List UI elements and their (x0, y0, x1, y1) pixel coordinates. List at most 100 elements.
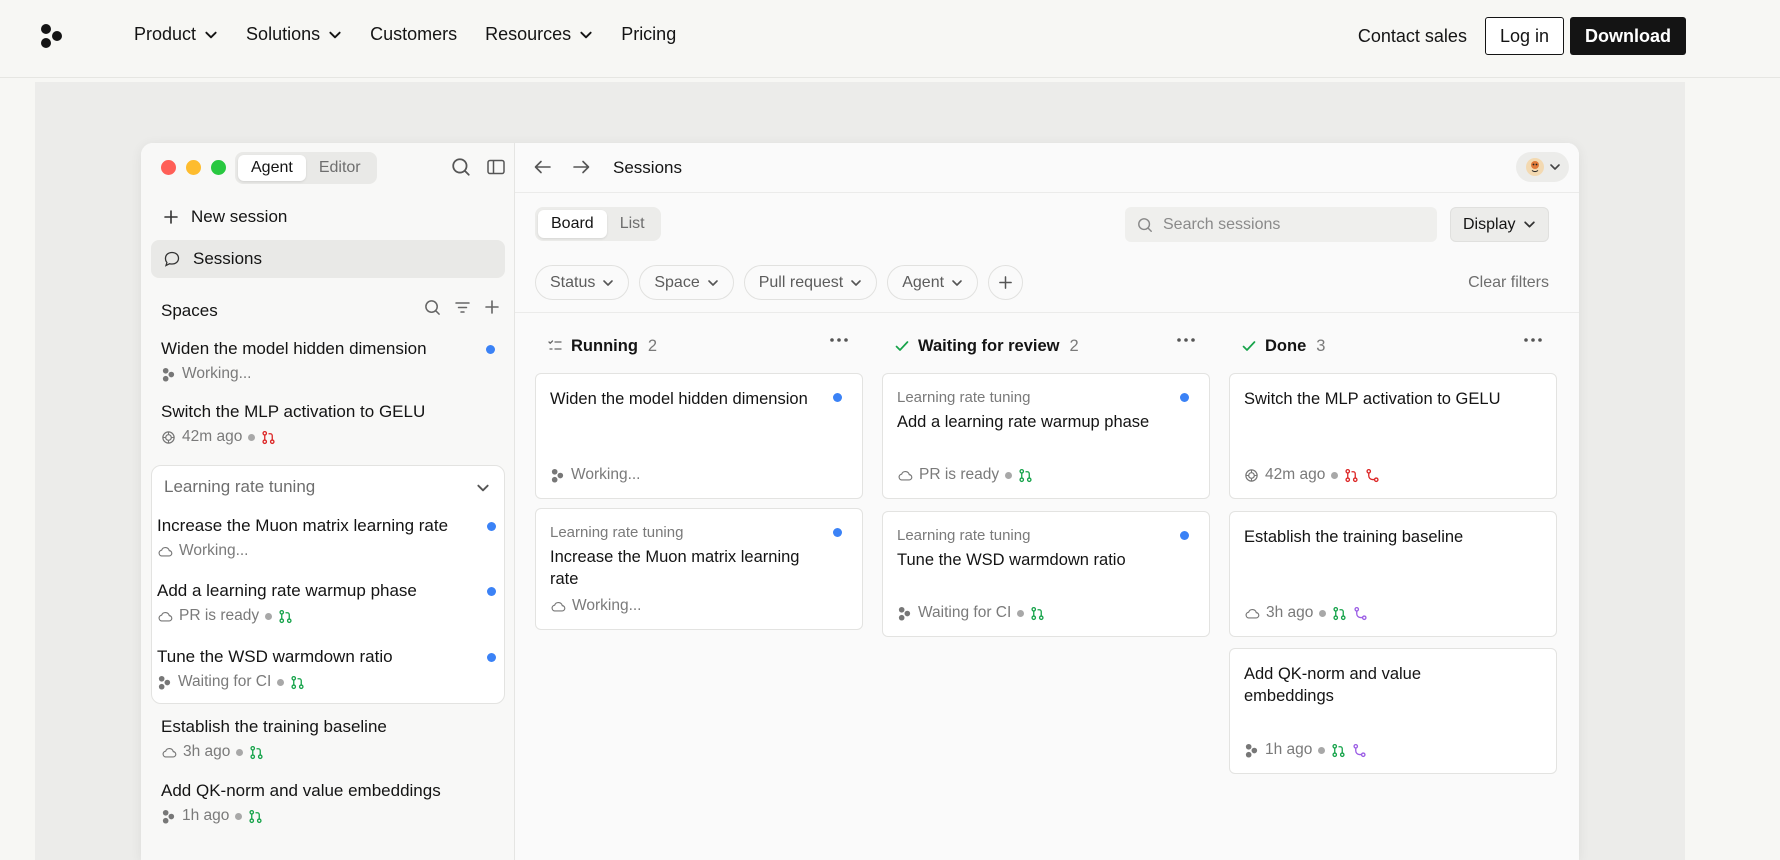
agent-icon (1244, 743, 1259, 758)
arrow-left-icon[interactable] (533, 158, 553, 176)
check-icon (895, 341, 909, 351)
search-input[interactable]: Search sessions (1125, 207, 1437, 242)
column-title: Running (571, 336, 638, 355)
session-card[interactable]: Establish the training baseline 3h ago (1229, 511, 1557, 637)
logo-icon[interactable] (38, 22, 66, 50)
plus-icon[interactable] (484, 299, 500, 315)
board-column-done: Done 3 Switch the MLP activation to GELU… (1229, 331, 1557, 774)
display-dropdown[interactable]: Display (1450, 207, 1550, 242)
nav-pricing[interactable]: Pricing (621, 24, 676, 45)
filter-space[interactable]: Space (639, 265, 734, 300)
avatar (1525, 158, 1544, 176)
cloud-icon (897, 469, 913, 482)
unread-indicator (833, 528, 842, 537)
space-group-title[interactable]: Learning rate tuning (164, 477, 315, 497)
card-title: Tune the WSD warmdown ratio (897, 551, 1126, 569)
merged-icon (1352, 743, 1367, 758)
top-navigation: Product Solutions Customers Resources Pr… (0, 0, 1780, 78)
sidebar-session-item[interactable]: Switch the MLP activation to GELU 42m ag… (161, 402, 495, 446)
sidebar-session-item[interactable]: Increase the Muon matrix learning rate W… (157, 516, 496, 560)
filter-label: Pull request (758, 273, 844, 291)
chevron-down-icon (951, 277, 963, 289)
sidebar-session-item[interactable]: Establish the training baseline 3h ago (161, 717, 495, 761)
more-icon[interactable] (1523, 337, 1543, 343)
nav-product-label: Product (134, 24, 197, 44)
search-placeholder: Search sessions (1163, 215, 1281, 233)
arrow-right-icon[interactable] (571, 158, 591, 176)
column-count: 2 (1069, 336, 1079, 355)
nav-product[interactable]: Product (134, 24, 218, 45)
add-filter-button[interactable] (988, 265, 1024, 300)
tab-editor[interactable]: Editor (306, 155, 374, 181)
session-card[interactable]: Widen the model hidden dimension Working… (535, 373, 863, 499)
chat-bubble-icon (164, 251, 180, 267)
nav-resources-label: Resources (485, 24, 572, 44)
session-title: Increase the Muon matrix learning rate (157, 516, 449, 535)
chevron-down-icon (707, 277, 719, 289)
session-card[interactable]: Add QK-norm and value embeddings 1h ago (1229, 648, 1557, 774)
close-window-button[interactable] (161, 160, 176, 175)
separator-dot (248, 433, 256, 441)
history-nav (533, 158, 591, 176)
agent-icon (161, 809, 176, 824)
openai-icon (1244, 468, 1259, 483)
unread-indicator (487, 587, 496, 596)
session-card[interactable]: Learning rate tuning Tune the WSD warmdo… (882, 511, 1210, 637)
merged-icon (1353, 606, 1368, 621)
filter-pull-request[interactable]: Pull request (743, 265, 878, 300)
unread-indicator (1180, 531, 1189, 540)
filter-icon[interactable] (454, 299, 471, 316)
search-icon[interactable] (451, 157, 471, 177)
sidebar-toggle-icon[interactable] (486, 157, 506, 177)
nav-solutions[interactable]: Solutions (246, 24, 342, 45)
minimize-window-button[interactable] (186, 160, 201, 175)
tab-board[interactable]: Board (538, 210, 607, 238)
nav-customers[interactable]: Customers (370, 24, 457, 45)
session-card[interactable]: Switch the MLP activation to GELU 42m ag… (1229, 373, 1557, 499)
clear-filters-button[interactable]: Clear filters (1468, 274, 1549, 292)
filter-status[interactable]: Status (535, 265, 630, 300)
sidebar-item-sessions[interactable]: Sessions (151, 240, 505, 278)
page-title: Sessions (613, 158, 682, 177)
column-count: 3 (1316, 336, 1326, 355)
new-session-button[interactable]: New session (163, 207, 287, 227)
maximize-window-button[interactable] (211, 160, 226, 175)
sidebar-session-item[interactable]: Add QK-norm and value embeddings 1h ago (161, 781, 495, 825)
sidebar-session-item[interactable]: Add a learning rate warmup phase PR is r… (157, 581, 496, 625)
main-header: Sessions (515, 143, 1579, 193)
contact-sales-link[interactable]: Contact sales (1358, 26, 1467, 47)
filter-agent[interactable]: Agent (887, 265, 979, 300)
separator-dot (1319, 609, 1327, 617)
app-window: Agent Editor New session Sessions Spaces… (141, 143, 1579, 860)
pull-request-icon (249, 745, 264, 760)
sidebar-session-item[interactable]: Tune the WSD warmdown ratio Waiting for … (157, 647, 496, 691)
card-space: Learning rate tuning (897, 527, 1031, 544)
nav-solutions-label: Solutions (246, 24, 321, 44)
separator-dot (1005, 471, 1013, 479)
tab-list[interactable]: List (607, 210, 658, 238)
card-status: Working... (571, 466, 641, 483)
session-card[interactable]: Learning rate tuning Add a learning rate… (882, 373, 1210, 499)
pull-request-icon (1331, 743, 1346, 758)
session-status: Working... (182, 365, 252, 382)
download-button[interactable]: Download (1570, 17, 1686, 55)
filter-label: Status (550, 273, 596, 291)
separator-dot (1017, 609, 1025, 617)
pull-request-icon (278, 609, 293, 624)
branch-icon (1365, 468, 1380, 483)
card-space: Learning rate tuning (550, 524, 684, 541)
more-icon[interactable] (829, 337, 849, 343)
chevron-down-icon (579, 28, 593, 42)
search-icon[interactable] (424, 299, 441, 316)
tab-agent[interactable]: Agent (238, 155, 306, 181)
spaces-heading: Spaces (161, 301, 218, 320)
chevron-down-icon (328, 28, 342, 42)
more-icon[interactable] (1176, 337, 1196, 343)
nav-customers-label: Customers (370, 24, 458, 44)
sidebar-session-item[interactable]: Widen the model hidden dimension Working… (161, 339, 495, 383)
chevron-down-icon[interactable] (476, 481, 490, 495)
nav-resources[interactable]: Resources (485, 24, 593, 45)
login-button[interactable]: Log in (1484, 17, 1564, 55)
session-card[interactable]: Learning rate tuning Increase the Muon m… (535, 508, 863, 630)
account-menu[interactable] (1516, 152, 1569, 182)
